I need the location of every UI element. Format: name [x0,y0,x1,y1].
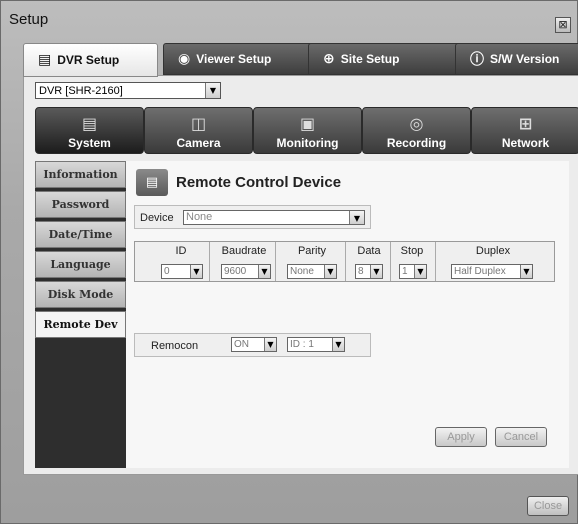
remocon-group: Remocon ON ▼ ID : 1 ▼ [134,333,371,357]
tab-dvr-setup[interactable]: ▤ DVR Setup [23,43,158,77]
remocon-select[interactable]: ON ▼ [231,337,277,352]
chevron-down-icon[interactable]: ▼ [264,338,276,351]
category-network[interactable]: ⊞ Network [471,107,578,154]
tab-label: S/W Version [490,52,560,66]
parity-value: None [290,266,314,277]
tab-label: Viewer Setup [196,52,272,66]
monitor-icon: ▣ [299,114,316,133]
device-label: Device [140,212,174,224]
category-label: Recording [386,136,447,150]
remocon-label: Remocon [151,340,199,352]
category-label: Monitoring [276,136,339,150]
category-bar: ▤ System ◫ Camera ▣ Monitoring ◎ Recordi… [35,107,578,154]
close-button[interactable]: Close [527,496,569,516]
chevron-down-icon[interactable]: ▼ [414,265,426,278]
sidebar: Information Password Date/Time Language … [35,161,126,468]
column-header-id: ID [175,245,187,257]
data-bits-value: 8 [358,266,364,277]
category-label: System [68,136,111,150]
category-camera[interactable]: ◫ Camera [144,107,253,154]
chevron-down-icon[interactable]: ▼ [190,265,202,278]
sidebar-item-language[interactable]: Language [35,251,126,278]
cancel-button[interactable]: Cancel [495,427,547,447]
id-select[interactable]: 0 ▼ [161,264,203,279]
column-header-stop: Stop [400,245,424,257]
tab-sw-version[interactable]: ⓘ S/W Version [455,43,578,75]
column-header-data: Data [357,245,381,257]
tab-label: DVR Setup [57,53,120,67]
chevron-down-icon[interactable]: ▼ [258,265,270,278]
column-header-baudrate: Baudrate [221,245,267,257]
recording-icon: ◎ [409,114,424,133]
duplex-select[interactable]: Half Duplex ▼ [451,264,533,279]
chevron-down-icon[interactable]: ▼ [349,211,364,224]
dvr-select-value: DVR [SHR-2160] [39,84,123,97]
duplex-value: Half Duplex [454,266,506,277]
sidebar-item-date-time[interactable]: Date/Time [35,221,126,248]
baudrate-value: 9600 [224,266,247,277]
window-title: Setup [9,11,49,28]
remote-device-icon: ▤ [136,169,168,196]
sidebar-item-information[interactable]: Information [35,161,126,188]
dvr-wrench-icon: ▤ [38,52,52,68]
device-select[interactable]: None ▼ [183,210,365,225]
category-monitoring[interactable]: ▣ Monitoring [253,107,362,154]
chevron-down-icon[interactable]: ▼ [205,83,220,98]
eye-wrench-icon: ◉ [178,51,191,67]
apply-button[interactable]: Apply [435,427,487,447]
sidebar-item-password[interactable]: Password [35,191,126,218]
page-title: Remote Control Device [176,174,342,191]
category-system[interactable]: ▤ System [35,107,144,154]
system-icon: ▤ [81,114,98,133]
tab-site-setup[interactable]: ⊕ Site Setup [308,43,468,75]
info-icon: ⓘ [470,52,484,68]
category-label: Network [501,136,550,150]
network-icon: ⊞ [518,114,533,133]
chevron-down-icon[interactable]: ▼ [520,265,532,278]
sidebar-item-disk-mode[interactable]: Disk Mode [35,281,126,308]
tab-viewer-setup[interactable]: ◉ Viewer Setup [163,43,313,75]
sidebar-item-remote-dev[interactable]: Remote Dev [35,311,126,338]
setup-panel: DVR [SHR-2160] ▼ ▤ System ◫ Camera ▣ Mon… [23,75,578,475]
device-select-value: None [186,211,213,223]
close-icon[interactable]: ⊠ [555,17,571,33]
content-area: ▤ Remote Control Device Device None ▼ ID… [126,161,569,468]
remocon-id-value: ID : 1 [290,339,314,350]
setup-window: Setup ⊠ ▤ DVR Setup ◉ Viewer Setup ⊕ Sit… [0,0,578,524]
globe-wrench-icon: ⊕ [323,51,335,67]
parity-select[interactable]: None ▼ [287,264,337,279]
category-label: Camera [176,136,221,150]
column-header-parity: Parity [297,245,327,257]
column-header-duplex: Duplex [475,245,511,257]
remocon-value: ON [234,339,249,350]
baudrate-select[interactable]: 9600 ▼ [221,264,271,279]
device-group: Device None ▼ [134,205,371,229]
camera-icon: ◫ [190,114,207,133]
stop-bits-value: 1 [402,266,408,277]
chevron-down-icon[interactable]: ▼ [324,265,336,278]
tab-bar: ▤ DVR Setup ◉ Viewer Setup ⊕ Site Setup … [23,43,578,77]
chevron-down-icon[interactable]: ▼ [332,338,344,351]
remocon-id-select[interactable]: ID : 1 ▼ [287,337,345,352]
port-settings-grid: ID Baudrate Parity Data Stop Duplex 0 ▼ [134,241,555,282]
tab-label: Site Setup [340,52,400,66]
stop-bits-select[interactable]: 1 ▼ [399,264,427,279]
dvr-select[interactable]: DVR [SHR-2160] ▼ [35,82,221,99]
table-row: 0 ▼ 9600 ▼ None ▼ 8 ▼ 1 ▼ Half Duplex ▼ [135,262,554,282]
id-value: 0 [164,266,170,277]
chevron-down-icon[interactable]: ▼ [370,265,382,278]
category-recording[interactable]: ◎ Recording [362,107,471,154]
data-bits-select[interactable]: 8 ▼ [355,264,383,279]
